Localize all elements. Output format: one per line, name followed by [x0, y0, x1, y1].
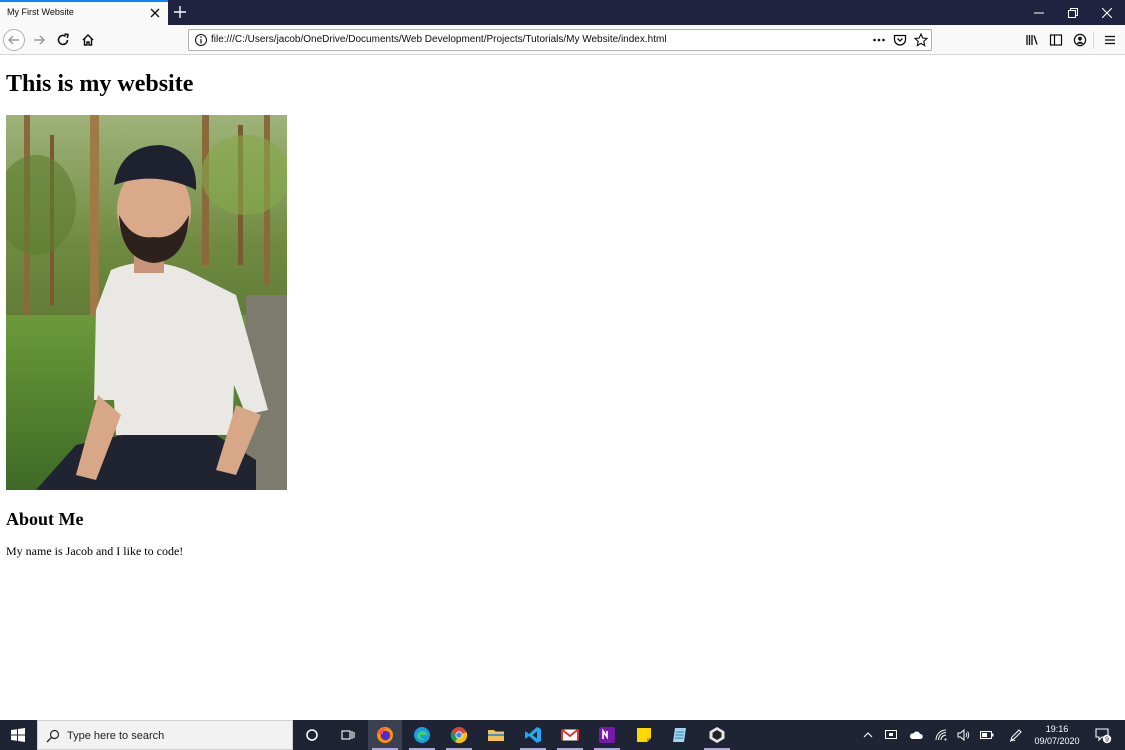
unity-icon: [709, 727, 725, 743]
clock-date: 09/07/2020: [1034, 736, 1080, 746]
taskbar-app-file-explorer[interactable]: [479, 720, 513, 750]
clock-time: 19:16: [1045, 724, 1069, 734]
taskbar-app-firefox[interactable]: [368, 720, 402, 750]
battery-icon: [980, 731, 994, 739]
edge-icon: [414, 727, 430, 743]
navigation-toolbar: file:///C:/Users/jacob/OneDrive/Document…: [0, 25, 1125, 55]
close-tab-icon[interactable]: [148, 6, 162, 20]
battery-button[interactable]: [977, 720, 997, 750]
minimize-button[interactable]: [1022, 0, 1056, 25]
taskbar-app-unity[interactable]: [700, 720, 734, 750]
new-tab-icon[interactable]: [172, 4, 188, 20]
hamburger-menu-icon: [1105, 35, 1115, 45]
taskbar-app-mail[interactable]: [553, 720, 587, 750]
account-icon: [1073, 33, 1087, 47]
tab-my-first-website[interactable]: My First Website: [0, 0, 168, 25]
address-bar[interactable]: file:///C:/Users/jacob/OneDrive/Document…: [188, 29, 932, 51]
pen-workspace-button[interactable]: [1005, 720, 1025, 750]
about-me-text: My name is Jacob and I like to code!: [6, 544, 184, 558]
library-icon: [1026, 35, 1038, 45]
star-icon: [914, 33, 928, 47]
task-view-button[interactable]: [331, 720, 365, 750]
page-actions-button[interactable]: [871, 32, 887, 48]
onedrive-cloud-icon: [909, 731, 923, 739]
display-tray-icon: [885, 730, 897, 739]
page-viewport: This is my website About Me My name is J…: [0, 56, 1125, 720]
home-button[interactable]: [77, 29, 99, 51]
more-horizontal-icon: [873, 38, 885, 42]
onenote-icon: [599, 727, 615, 743]
open-menu-button[interactable]: [1099, 29, 1121, 51]
forward-button[interactable]: [28, 29, 50, 51]
vscode-icon: [525, 727, 541, 743]
reload-icon: [57, 33, 69, 46]
close-icon: [1102, 7, 1112, 18]
taskbar-app-chrome[interactable]: [442, 720, 476, 750]
notification-count: 9: [1105, 737, 1109, 744]
library-button[interactable]: [1021, 29, 1043, 51]
taskbar-search-box[interactable]: Type here to search: [37, 720, 293, 750]
minimize-icon: [1034, 12, 1044, 13]
onedrive-button[interactable]: [906, 720, 926, 750]
sticky-notes-icon: [637, 728, 651, 742]
close-window-button[interactable]: [1090, 0, 1124, 25]
chrome-icon: [450, 727, 468, 744]
task-view-icon: [341, 730, 355, 740]
back-button[interactable]: [3, 29, 25, 51]
taskbar-app-edge[interactable]: [405, 720, 439, 750]
taskbar-app-onenote[interactable]: [590, 720, 624, 750]
sidebar-button[interactable]: [1045, 29, 1067, 51]
windows-taskbar: Type here to search 19:16 09/07/2020 9: [0, 720, 1125, 750]
reload-button[interactable]: [52, 29, 74, 51]
mail-icon: [561, 728, 579, 741]
restore-icon: [1068, 7, 1078, 18]
pocket-button[interactable]: [892, 32, 908, 48]
profile-photo: [6, 115, 287, 490]
notification-icon: 9: [1095, 728, 1112, 744]
start-button[interactable]: [0, 720, 36, 750]
file-explorer-icon: [488, 730, 504, 741]
firefox-icon: [377, 727, 393, 743]
forward-arrow-icon: [34, 35, 45, 45]
about-me-heading: About Me: [6, 509, 84, 529]
sidebar-icon: [1049, 34, 1063, 46]
account-button[interactable]: [1069, 29, 1091, 51]
volume-button[interactable]: [953, 720, 973, 750]
search-icon: [46, 729, 60, 743]
home-icon: [82, 34, 94, 46]
taskbar-app-notepad[interactable]: [663, 720, 697, 750]
back-arrow-icon: [8, 35, 19, 45]
cortana-icon: [306, 729, 318, 741]
show-hidden-icons-button[interactable]: [858, 720, 878, 750]
info-icon[interactable]: [194, 33, 208, 47]
cortana-button[interactable]: [295, 720, 329, 750]
chevron-up-icon: [863, 732, 873, 738]
url-text[interactable]: file:///C:/Users/jacob/OneDrive/Document…: [211, 34, 667, 45]
bookmark-button[interactable]: [913, 32, 929, 48]
page-title: This is my website: [6, 71, 194, 97]
taskbar-clock[interactable]: 19:16 09/07/2020: [1030, 723, 1084, 747]
action-center-button[interactable]: 9: [1090, 720, 1116, 750]
tray-app-button[interactable]: [881, 720, 901, 750]
taskbar-app-vscode[interactable]: [516, 720, 550, 750]
speaker-icon: [957, 729, 969, 741]
notepad-icon: [673, 728, 686, 742]
wifi-icon: [935, 729, 947, 741]
pocket-icon: [893, 34, 907, 46]
pen-icon: [1009, 728, 1022, 742]
taskbar-app-sticky-notes[interactable]: [627, 720, 661, 750]
network-button[interactable]: [931, 720, 951, 750]
browser-tab-strip: My First Website: [0, 0, 1125, 25]
windows-logo-icon: [11, 728, 25, 742]
restore-button[interactable]: [1056, 0, 1090, 25]
search-placeholder: Type here to search: [67, 730, 165, 742]
tab-title: My First Website: [7, 7, 74, 17]
toolbar-separator: [1093, 31, 1094, 49]
